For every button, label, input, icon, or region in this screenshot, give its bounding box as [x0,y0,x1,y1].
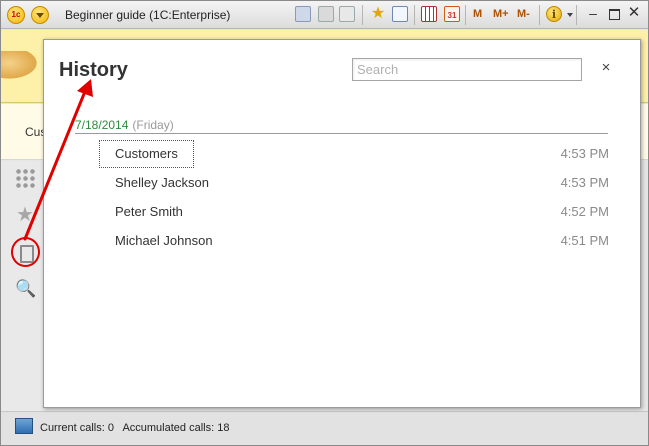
current-calls: Current calls: 0 [40,422,114,434]
search-icon[interactable]: 🔍 [15,279,36,299]
print-icon[interactable] [318,6,334,22]
toolbar-separator [414,5,415,25]
calculator-icon[interactable] [421,6,437,22]
history-item-time: 4:53 PM [560,146,609,161]
app-window: 1c Beginner guide (1C:Enterprise) ★ 31 M… [0,0,649,446]
close-window-button[interactable]: ✕ [627,5,641,21]
history-item[interactable]: Peter Smith 4:52 PM [99,198,609,224]
toolbar-separator [465,5,466,25]
history-item[interactable]: Shelley Jackson 4:53 PM [99,169,609,195]
date-value: 7/18/2014 [75,118,129,132]
accumulated-calls: Accumulated calls: 18 [122,422,230,434]
history-item-time: 4:53 PM [560,175,609,190]
date-divider [75,133,608,134]
chevron-down-icon[interactable] [567,13,573,17]
info-icon[interactable]: i [546,6,562,22]
date-weekday: (Friday) [132,118,174,132]
calls-monitor-icon[interactable] [15,418,33,434]
history-item-time: 4:51 PM [560,233,609,248]
history-item[interactable]: Customers 4:53 PM [99,140,609,168]
favorites-icon[interactable] [392,6,408,22]
history-item-name[interactable]: Michael Johnson [115,233,213,248]
memory-minus-button[interactable]: M- [517,8,530,20]
print-preview-icon[interactable] [339,6,355,22]
favorites-star-icon[interactable]: ★ [15,205,35,225]
calendar-icon[interactable]: 31 [444,6,460,22]
window-title: Beginner guide (1C:Enterprise) [65,8,231,22]
history-item-name[interactable]: Shelley Jackson [115,175,209,190]
panel-title: History [59,59,128,81]
toolbar-separator [362,5,363,25]
history-item[interactable]: Michael Johnson 4:51 PM [99,227,609,253]
memory-plus-button[interactable]: M+ [493,8,509,20]
annotation-circle [11,237,40,267]
toolbar-separator [539,5,540,25]
close-panel-button[interactable]: × [598,60,614,76]
memory-button[interactable]: M [473,8,482,20]
maximize-button[interactable] [607,7,621,21]
toolbar-separator [576,5,577,25]
header-image [1,51,41,81]
history-item-name[interactable]: Customers [115,146,178,161]
history-item-name[interactable]: Peter Smith [115,204,183,219]
date-group-header: 7/18/2014 (Friday) [75,118,174,132]
main-menu-button[interactable] [31,6,49,24]
add-favorite-star-icon[interactable]: ★ [369,5,387,22]
title-bar: 1c Beginner guide (1C:Enterprise) ★ 31 M… [1,1,648,29]
save-icon[interactable] [295,6,311,22]
minimize-button[interactable]: – [586,6,600,21]
status-text: Current calls: 0 Accumulated calls: 18 [40,422,235,434]
search-input[interactable] [352,58,582,81]
app-logo-icon[interactable]: 1c [7,6,25,24]
history-item-time: 4:52 PM [560,204,609,219]
apps-grid-icon[interactable] [15,168,35,188]
